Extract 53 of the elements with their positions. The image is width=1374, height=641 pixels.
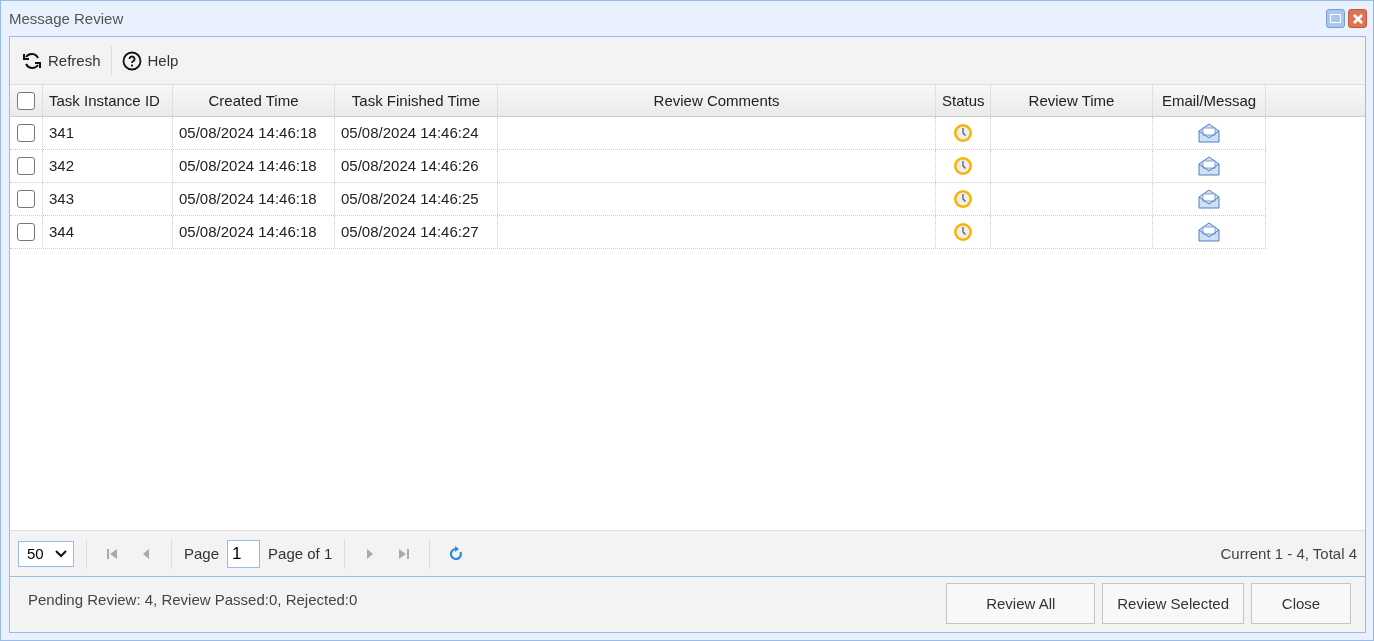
table-cell: 05/08/2024 14:46:18 xyxy=(173,117,335,149)
table-cell: 342 xyxy=(43,150,173,182)
envelope-icon[interactable] xyxy=(1198,123,1220,143)
action-button[interactable]: Close xyxy=(1251,583,1351,624)
help-icon xyxy=(121,50,142,71)
table-cell: 343 xyxy=(43,183,173,215)
reload-icon[interactable] xyxy=(448,545,465,562)
table-cell: 05/08/2024 14:46:18 xyxy=(173,183,335,215)
table-cell: 05/08/2024 14:46:27 xyxy=(335,216,498,248)
envelope-icon[interactable] xyxy=(1198,222,1220,242)
table-cell: 05/08/2024 14:46:18 xyxy=(173,216,335,248)
review-status-text: Pending Review: 4, Review Passed:0, Rejected:0 xyxy=(28,591,358,608)
close-button[interactable] xyxy=(1348,9,1367,28)
row-checkbox[interactable] xyxy=(17,157,35,175)
table-cell: 344 xyxy=(43,216,173,248)
clock-icon xyxy=(953,123,973,143)
last-page-icon[interactable] xyxy=(397,546,412,561)
maximize-button[interactable] xyxy=(1326,9,1345,28)
close-icon xyxy=(1351,12,1364,25)
window-title: Message Review xyxy=(9,10,124,27)
envelope-icon[interactable] xyxy=(1198,189,1220,209)
page-number-field[interactable]: 1 xyxy=(227,539,261,568)
row-checkbox[interactable] xyxy=(17,124,35,142)
page-size-select[interactable]: 50 xyxy=(18,540,74,567)
table-cell: 05/08/2024 14:46:26 xyxy=(335,150,498,182)
column-header[interactable]: Review Comments xyxy=(498,85,936,116)
chevron-down-icon xyxy=(55,549,67,558)
refresh-icon xyxy=(22,50,42,71)
select-all-checkbox[interactable] xyxy=(17,91,35,110)
page-count: Page of 1 xyxy=(268,545,333,562)
row-checkbox[interactable] xyxy=(17,190,35,208)
envelope-icon[interactable] xyxy=(1198,156,1220,176)
first-page-icon[interactable] xyxy=(105,546,119,561)
column-header[interactable]: Review Time xyxy=(991,85,1153,116)
action-button[interactable]: Review Selected xyxy=(1102,583,1244,624)
column-header[interactable]: Email/Messag xyxy=(1153,85,1266,116)
page-label: Page xyxy=(184,545,220,562)
column-header[interactable]: Created Time xyxy=(173,85,335,116)
table-cell: 05/08/2024 14:46:24 xyxy=(335,117,498,149)
clock-icon xyxy=(953,156,973,176)
help-button[interactable]: Help xyxy=(117,46,183,75)
action-button[interactable]: Review All xyxy=(946,583,1096,624)
clock-icon xyxy=(953,222,973,242)
column-header[interactable]: Task Finished Time xyxy=(335,85,498,116)
column-header[interactable]: Task Instance ID xyxy=(43,85,173,116)
column-header[interactable]: Status xyxy=(936,85,991,116)
table-cell: 05/08/2024 14:46:18 xyxy=(173,150,335,182)
record-count: Current 1 - 4, Total 4 xyxy=(1220,545,1357,562)
row-checkbox[interactable] xyxy=(17,223,35,241)
table-cell: 341 xyxy=(43,117,173,149)
refresh-button[interactable]: Refresh xyxy=(18,46,105,75)
table-cell: 05/08/2024 14:46:25 xyxy=(335,183,498,215)
clock-icon xyxy=(953,189,973,209)
